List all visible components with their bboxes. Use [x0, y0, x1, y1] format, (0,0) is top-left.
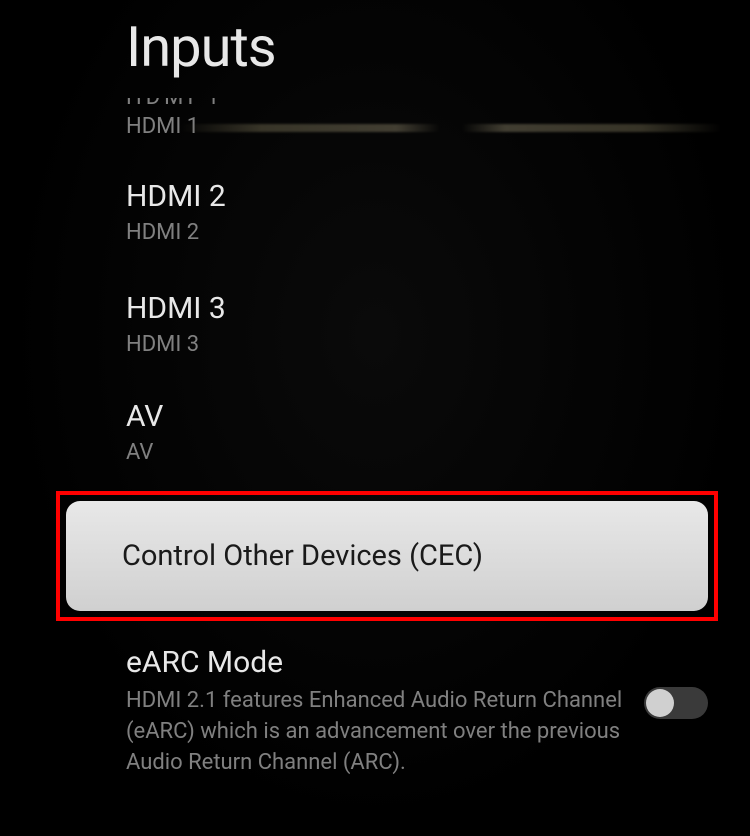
item-partial-title: HDMI 1: [126, 98, 750, 110]
ambient-light-reflection: [180, 124, 722, 132]
item-title: HDMI 3: [126, 291, 750, 326]
list-item-hdmi3[interactable]: HDMI 3 HDMI 3: [126, 259, 750, 371]
list-item-cec-selected[interactable]: Control Other Devices (CEC): [66, 501, 708, 611]
list-item-hdmi2[interactable]: HDMI 2 HDMI 2: [126, 139, 750, 259]
annotation-highlight-box: Control Other Devices (CEC): [56, 491, 718, 621]
list-item-av[interactable]: AV AV: [126, 371, 750, 479]
item-title: HDMI 2: [126, 179, 750, 214]
item-subtitle: HDMI 2: [126, 220, 750, 245]
item-title: AV: [126, 399, 750, 434]
item-description: HDMI 2.1 features Enhanced Audio Return …: [126, 686, 626, 778]
toggle-knob: [646, 689, 674, 717]
page-title: Inputs: [0, 0, 750, 98]
earc-text-block: eARC Mode HDMI 2.1 features Enhanced Aud…: [126, 645, 626, 778]
earc-toggle[interactable]: [644, 687, 708, 719]
item-title: eARC Mode: [126, 645, 626, 680]
inputs-list: HDMI 1 HDMI 1 HDMI 2 HDMI 2 HDMI 3 HDMI …: [0, 98, 750, 778]
list-item-earc[interactable]: eARC Mode HDMI 2.1 features Enhanced Aud…: [126, 633, 750, 778]
item-subtitle: HDMI 3: [126, 332, 750, 357]
list-item-hdmi1-partial[interactable]: HDMI 1 HDMI 1: [126, 98, 750, 139]
item-title: Control Other Devices (CEC): [122, 539, 652, 573]
item-subtitle: AV: [126, 440, 750, 465]
